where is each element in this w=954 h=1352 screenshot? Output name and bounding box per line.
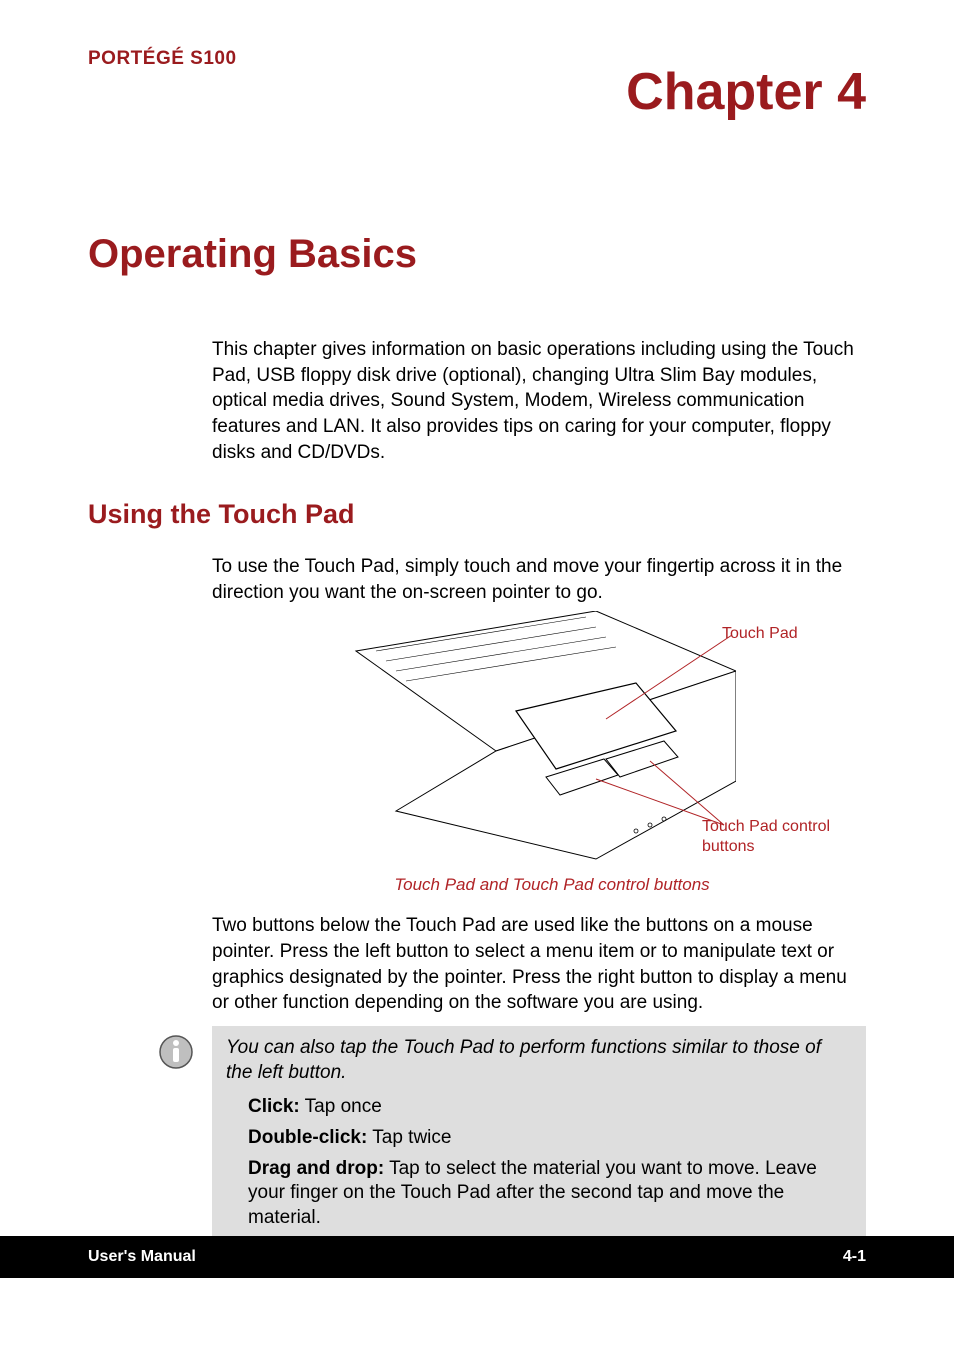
note-desc: Tap once [300,1096,382,1117]
note-term: Double-click: [248,1127,367,1148]
figure-label-touchpad: Touch Pad [722,625,798,643]
section-title: Operating Basics [88,232,866,277]
figure-caption: Touch Pad and Touch Pad control buttons [272,875,832,895]
subsection-title: Using the Touch Pad [88,499,866,530]
footer-bar: User's Manual 4-1 [0,1236,954,1278]
note-intro: You can also tap the Touch Pad to perfor… [226,1036,852,1085]
note-block: You can also tap the Touch Pad to perfor… [212,1026,866,1251]
note-item-drag-drop: Drag and drop: Tap to select the materia… [248,1157,852,1231]
note-term: Drag and drop: [248,1158,384,1179]
info-icon [158,1034,194,1070]
footer-page-number: 4-1 [843,1248,866,1266]
figure-block: Touch Pad Touch Pad control buttons Touc… [212,611,866,895]
footer-left: User's Manual [88,1248,196,1266]
note-item-double-click: Double-click: Tap twice [248,1126,852,1151]
touchpad-paragraph-2: Two buttons below the Touch Pad are used… [212,913,866,1016]
figure-label-control-buttons: Touch Pad control buttons [702,817,882,855]
chapter-title: Chapter 4 [88,62,866,122]
intro-paragraph: This chapter gives information on basic … [212,337,866,465]
touchpad-paragraph-1: To use the Touch Pad, simply touch and m… [212,554,866,605]
note-item-click: Click: Tap once [248,1095,852,1120]
touchpad-illustration-icon [336,611,736,861]
note-desc: Tap twice [367,1127,451,1148]
figure-wrap: Touch Pad Touch Pad control buttons [212,611,866,871]
note-term: Click: [248,1096,300,1117]
document-page: PORTÉGÉ S100 Chapter 4 Operating Basics … [0,0,954,1206]
